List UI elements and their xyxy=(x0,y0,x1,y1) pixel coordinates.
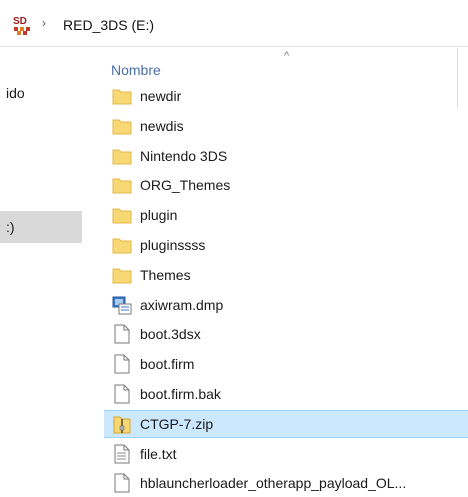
breadcrumb-separator-icon[interactable]: › xyxy=(42,16,46,30)
file-name: Nintendo 3DS xyxy=(140,148,228,164)
sd-card-drive-icon: SD xyxy=(12,14,32,36)
file-row[interactable]: ORG_Themes xyxy=(104,171,468,199)
folder-icon xyxy=(111,145,133,167)
file-row-selected[interactable]: CTGP-7.zip xyxy=(104,410,468,438)
file-name: CTGP-7.zip xyxy=(140,416,214,432)
folder-icon xyxy=(111,204,133,226)
file-row[interactable]: Themes xyxy=(104,261,468,289)
nav-item-label: :) xyxy=(6,219,15,235)
breadcrumb-drive[interactable]: RED_3DS (E:) xyxy=(63,17,154,33)
file-name: file.txt xyxy=(140,446,177,462)
dump-file-icon xyxy=(111,294,133,316)
file-name: newdir xyxy=(140,88,182,104)
folder-icon xyxy=(111,264,133,286)
file-name: plugin xyxy=(140,207,178,223)
address-bar[interactable]: SD › RED_3DS (E:) xyxy=(0,0,468,47)
column-header-name[interactable]: Nombre xyxy=(111,62,161,78)
file-name: hblauncherloader_otherapp_payload_OL... xyxy=(140,475,407,491)
file-row[interactable]: boot.firm.bak xyxy=(104,380,468,408)
file-icon xyxy=(111,353,133,375)
navigation-pane: ido :) xyxy=(0,47,90,491)
file-name: axiwram.dmp xyxy=(140,297,224,313)
file-icon xyxy=(111,323,133,345)
file-name: ORG_Themes xyxy=(140,177,231,193)
text-file-icon xyxy=(111,443,133,465)
file-icon xyxy=(111,383,133,405)
file-name: newdis xyxy=(140,118,184,134)
file-row[interactable]: pluginssss xyxy=(104,231,468,259)
file-row[interactable]: newdis xyxy=(104,112,468,140)
file-row[interactable]: hblauncherloader_otherapp_payload_OL... xyxy=(104,469,468,497)
file-row[interactable]: axiwram.dmp xyxy=(104,291,468,319)
nav-item[interactable]: ido xyxy=(0,77,82,109)
file-row[interactable]: plugin xyxy=(104,201,468,229)
folder-icon xyxy=(111,234,133,256)
file-name: Themes xyxy=(140,267,191,283)
svg-text:SD: SD xyxy=(13,16,27,27)
file-name: boot.firm.bak xyxy=(140,386,221,402)
file-name: pluginssss xyxy=(140,237,206,253)
file-name: boot.3dsx xyxy=(140,326,201,342)
nav-item-label: ido xyxy=(6,85,25,101)
zip-file-icon xyxy=(111,413,133,435)
file-row[interactable]: newdir xyxy=(104,82,468,110)
sort-ascending-icon: ^ xyxy=(284,50,290,62)
file-row[interactable]: boot.firm xyxy=(104,350,468,378)
file-row[interactable]: boot.3dsx xyxy=(104,320,468,348)
file-name: boot.firm xyxy=(140,356,195,372)
nav-item-selected[interactable]: :) xyxy=(0,211,82,243)
folder-icon xyxy=(111,174,133,196)
folder-icon xyxy=(111,115,133,137)
file-row[interactable]: file.txt xyxy=(104,440,468,468)
folder-icon xyxy=(111,85,133,107)
file-row[interactable]: Nintendo 3DS xyxy=(104,142,468,170)
